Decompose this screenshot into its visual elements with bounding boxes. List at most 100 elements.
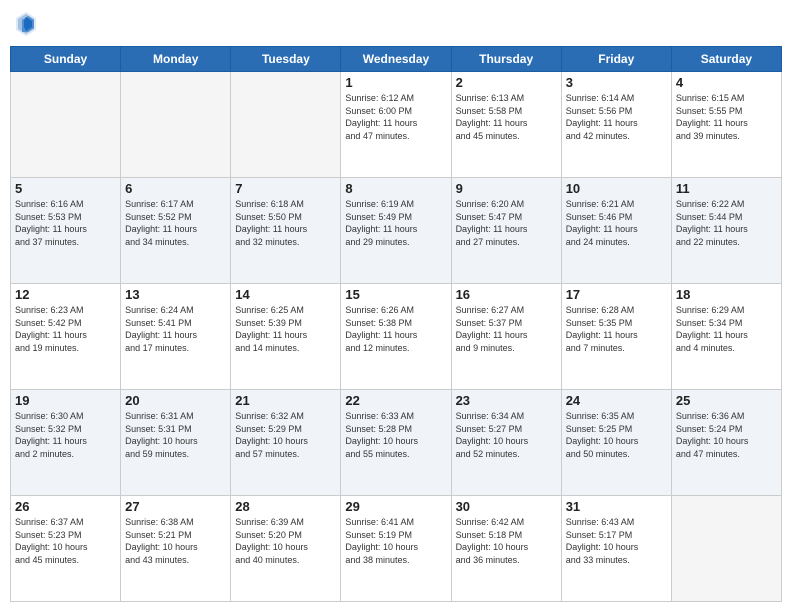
day-info: Sunrise: 6:27 AM Sunset: 5:37 PM Dayligh… [456, 304, 557, 354]
calendar-cell: 15 Sunrise: 6:26 AM Sunset: 5:38 PM Dayli… [341, 284, 451, 390]
calendar-table: SundayMondayTuesdayWednesdayThursdayFrid… [10, 46, 782, 602]
day-number: 6 [125, 181, 226, 196]
day-number: 13 [125, 287, 226, 302]
day-info: Sunrise: 6:38 AM Sunset: 5:21 PM Dayligh… [125, 516, 226, 566]
day-number: 16 [456, 287, 557, 302]
calendar-cell: 20Sunrise: 6:31 AM Sunset: 5:31 PM Dayli… [121, 390, 231, 496]
day-number: 1 [345, 75, 446, 90]
day-info: Sunrise: 6:42 AM Sunset: 5:18 PM Dayligh… [456, 516, 557, 566]
day-number: 8 [345, 181, 446, 196]
calendar-cell [671, 496, 781, 602]
day-number: 22 [345, 393, 446, 408]
day-number: 31 [566, 499, 667, 514]
day-info: Sunrise: 6:19 AM Sunset: 5:49 PM Dayligh… [345, 198, 446, 248]
week-row-2: 5Sunrise: 6:16 AM Sunset: 5:53 PM Daylig… [11, 178, 782, 284]
calendar-cell: 30 Sunrise: 6:42 AM Sunset: 5:18 PM Dayli… [451, 496, 561, 602]
day-number: 17 [566, 287, 667, 302]
calendar-cell: 4 Sunrise: 6:15 AM Sunset: 5:55 PM Daylig… [671, 72, 781, 178]
day-number: 3 [566, 75, 667, 90]
calendar-cell: 21 Sunrise: 6:32 AM Sunset: 5:29 PM Dayli… [231, 390, 341, 496]
day-number: 11 [676, 181, 777, 196]
calendar-cell: 16 Sunrise: 6:27 AM Sunset: 5:37 PM Dayli… [451, 284, 561, 390]
day-number: 21 [235, 393, 336, 408]
weekday-header-saturday: Saturday [671, 47, 781, 72]
day-number: 2 [456, 75, 557, 90]
day-number: 26 [15, 499, 116, 514]
calendar-cell: 22 Sunrise: 6:33 AM Sunset: 5:28 PM Dayli… [341, 390, 451, 496]
day-info: Sunrise: 6:30 AM Sunset: 5:32 PM Dayligh… [15, 410, 116, 460]
day-info: Sunrise: 6:15 AM Sunset: 5:55 PM Dayligh… [676, 92, 777, 142]
logo-icon [14, 10, 38, 38]
calendar-cell [121, 72, 231, 178]
logo [14, 10, 40, 38]
weekday-header-tuesday: Tuesday [231, 47, 341, 72]
day-info: Sunrise: 6:43 AM Sunset: 5:17 PM Dayligh… [566, 516, 667, 566]
calendar-cell: 27 Sunrise: 6:38 AM Sunset: 5:21 PM Dayli… [121, 496, 231, 602]
calendar-cell: 11 Sunrise: 6:22 AM Sunset: 5:44 PM Dayli… [671, 178, 781, 284]
day-number: 15 [345, 287, 446, 302]
day-info: Sunrise: 6:39 AM Sunset: 5:20 PM Dayligh… [235, 516, 336, 566]
calendar-cell: 2 Sunrise: 6:13 AM Sunset: 5:58 PM Daylig… [451, 72, 561, 178]
week-row-4: 19Sunrise: 6:30 AM Sunset: 5:32 PM Dayli… [11, 390, 782, 496]
calendar-cell: 29 Sunrise: 6:41 AM Sunset: 5:19 PM Dayli… [341, 496, 451, 602]
day-info: Sunrise: 6:41 AM Sunset: 5:19 PM Dayligh… [345, 516, 446, 566]
day-info: Sunrise: 6:25 AM Sunset: 5:39 PM Dayligh… [235, 304, 336, 354]
day-info: Sunrise: 6:26 AM Sunset: 5:38 PM Dayligh… [345, 304, 446, 354]
calendar-cell: 3 Sunrise: 6:14 AM Sunset: 5:56 PM Daylig… [561, 72, 671, 178]
day-number: 23 [456, 393, 557, 408]
day-number: 25 [676, 393, 777, 408]
calendar-cell: 12Sunrise: 6:23 AM Sunset: 5:42 PM Dayli… [11, 284, 121, 390]
day-info: Sunrise: 6:37 AM Sunset: 5:23 PM Dayligh… [15, 516, 116, 566]
calendar-cell: 17Sunrise: 6:28 AM Sunset: 5:35 PM Dayli… [561, 284, 671, 390]
day-number: 27 [125, 499, 226, 514]
weekday-header-wednesday: Wednesday [341, 47, 451, 72]
day-info: Sunrise: 6:22 AM Sunset: 5:44 PM Dayligh… [676, 198, 777, 248]
calendar-cell: 23 Sunrise: 6:34 AM Sunset: 5:27 PM Dayli… [451, 390, 561, 496]
day-number: 4 [676, 75, 777, 90]
calendar-cell [231, 72, 341, 178]
calendar-cell: 10 Sunrise: 6:21 AM Sunset: 5:46 PM Dayli… [561, 178, 671, 284]
day-info: Sunrise: 6:33 AM Sunset: 5:28 PM Dayligh… [345, 410, 446, 460]
calendar-cell: 6 Sunrise: 6:17 AM Sunset: 5:52 PM Daylig… [121, 178, 231, 284]
page: SundayMondayTuesdayWednesdayThursdayFrid… [0, 0, 792, 612]
calendar-cell: 14 Sunrise: 6:25 AM Sunset: 5:39 PM Dayli… [231, 284, 341, 390]
day-info: Sunrise: 6:21 AM Sunset: 5:46 PM Dayligh… [566, 198, 667, 248]
day-info: Sunrise: 6:20 AM Sunset: 5:47 PM Dayligh… [456, 198, 557, 248]
calendar-cell: 1 Sunrise: 6:12 AM Sunset: 6:00 PM Daylig… [341, 72, 451, 178]
calendar-cell: 13Sunrise: 6:24 AM Sunset: 5:41 PM Dayli… [121, 284, 231, 390]
calendar-cell: 8 Sunrise: 6:19 AM Sunset: 5:49 PM Daylig… [341, 178, 451, 284]
day-info: Sunrise: 6:17 AM Sunset: 5:52 PM Dayligh… [125, 198, 226, 248]
day-number: 28 [235, 499, 336, 514]
weekday-header-monday: Monday [121, 47, 231, 72]
day-number: 12 [15, 287, 116, 302]
day-info: Sunrise: 6:32 AM Sunset: 5:29 PM Dayligh… [235, 410, 336, 460]
week-row-1: 1 Sunrise: 6:12 AM Sunset: 6:00 PM Daylig… [11, 72, 782, 178]
calendar-cell: 28 Sunrise: 6:39 AM Sunset: 5:20 PM Dayli… [231, 496, 341, 602]
week-row-3: 12Sunrise: 6:23 AM Sunset: 5:42 PM Dayli… [11, 284, 782, 390]
calendar-cell: 24Sunrise: 6:35 AM Sunset: 5:25 PM Dayli… [561, 390, 671, 496]
day-info: Sunrise: 6:36 AM Sunset: 5:24 PM Dayligh… [676, 410, 777, 460]
day-number: 30 [456, 499, 557, 514]
day-number: 10 [566, 181, 667, 196]
calendar-cell [11, 72, 121, 178]
day-info: Sunrise: 6:13 AM Sunset: 5:58 PM Dayligh… [456, 92, 557, 142]
calendar-cell: 7 Sunrise: 6:18 AM Sunset: 5:50 PM Daylig… [231, 178, 341, 284]
weekday-header-thursday: Thursday [451, 47, 561, 72]
calendar-cell: 19Sunrise: 6:30 AM Sunset: 5:32 PM Dayli… [11, 390, 121, 496]
day-number: 29 [345, 499, 446, 514]
day-info: Sunrise: 6:16 AM Sunset: 5:53 PM Dayligh… [15, 198, 116, 248]
day-info: Sunrise: 6:14 AM Sunset: 5:56 PM Dayligh… [566, 92, 667, 142]
calendar-cell: 18Sunrise: 6:29 AM Sunset: 5:34 PM Dayli… [671, 284, 781, 390]
day-info: Sunrise: 6:18 AM Sunset: 5:50 PM Dayligh… [235, 198, 336, 248]
day-info: Sunrise: 6:34 AM Sunset: 5:27 PM Dayligh… [456, 410, 557, 460]
header [10, 10, 782, 38]
week-row-5: 26 Sunrise: 6:37 AM Sunset: 5:23 PM Dayli… [11, 496, 782, 602]
day-info: Sunrise: 6:12 AM Sunset: 6:00 PM Dayligh… [345, 92, 446, 142]
day-info: Sunrise: 6:31 AM Sunset: 5:31 PM Dayligh… [125, 410, 226, 460]
day-info: Sunrise: 6:35 AM Sunset: 5:25 PM Dayligh… [566, 410, 667, 460]
day-number: 7 [235, 181, 336, 196]
day-number: 14 [235, 287, 336, 302]
weekday-header-row: SundayMondayTuesdayWednesdayThursdayFrid… [11, 47, 782, 72]
calendar-cell: 31 Sunrise: 6:43 AM Sunset: 5:17 PM Dayli… [561, 496, 671, 602]
calendar-cell: 25 Sunrise: 6:36 AM Sunset: 5:24 PM Dayli… [671, 390, 781, 496]
